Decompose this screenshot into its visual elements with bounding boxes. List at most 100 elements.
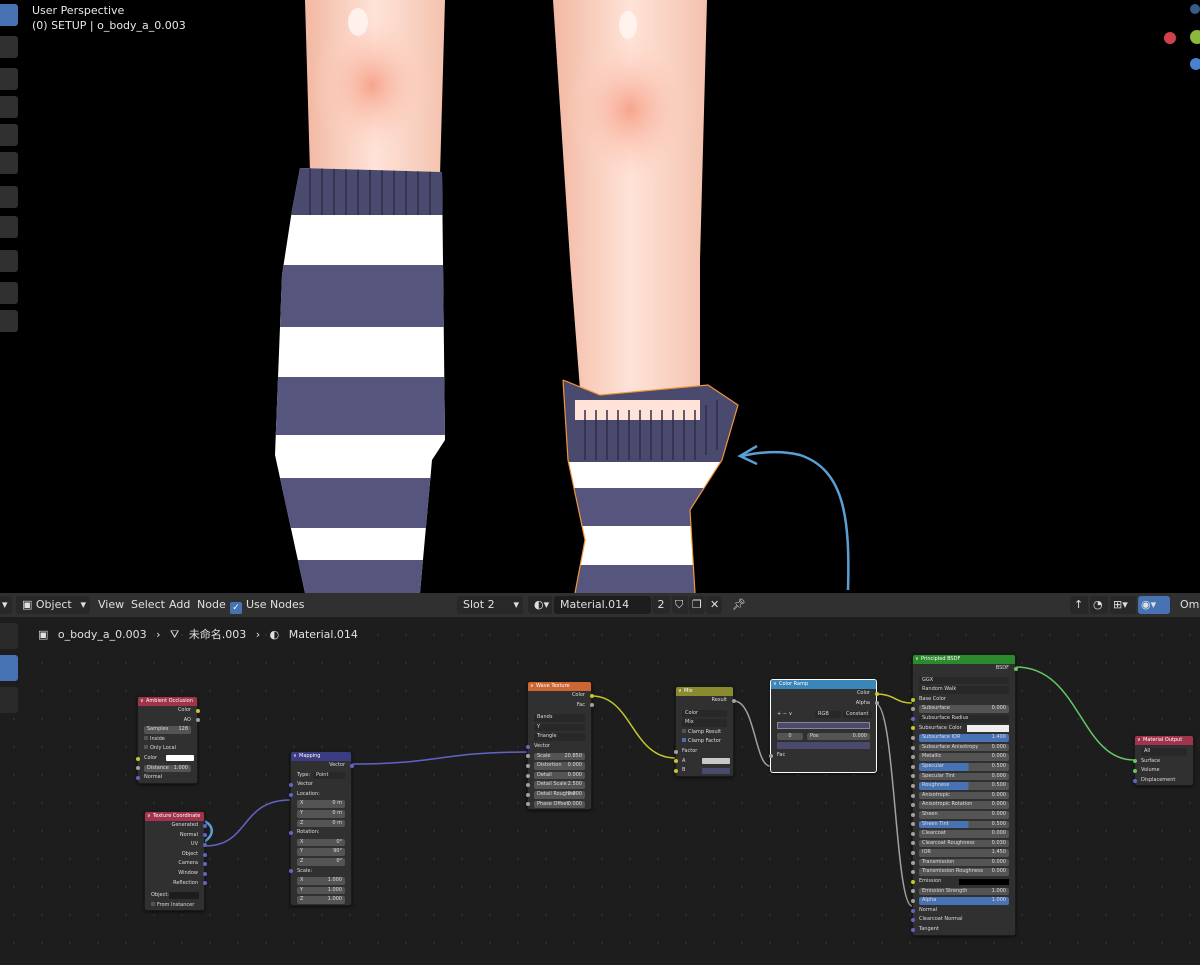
bsdf-input-field[interactable]: Anisotropic Rotation 0.000 xyxy=(919,801,1009,809)
select-tool-icon[interactable] xyxy=(0,4,18,26)
ramp-gradient-bar[interactable] xyxy=(777,721,870,729)
output-socket[interactable] xyxy=(202,852,207,857)
output-socket[interactable] xyxy=(589,693,594,698)
bsdf-input-field[interactable]: Clearcoat 0.000 xyxy=(919,830,1009,838)
ramp-pos-field[interactable]: Pos 0.000 xyxy=(807,732,870,740)
output-socket[interactable] xyxy=(874,691,879,696)
bsdf-input-field[interactable]: Subsurface Radius xyxy=(919,714,1009,723)
inset-tool-icon[interactable] xyxy=(0,310,18,332)
type-dropdown[interactable]: Point xyxy=(313,771,345,780)
wave-field[interactable]: Scale 20.850 xyxy=(534,752,585,761)
input-socket[interactable] xyxy=(135,756,140,761)
distance-field[interactable]: Distance 1.000 xyxy=(144,764,191,773)
bsdf-input-field[interactable]: Anisotropic 0.000 xyxy=(919,791,1009,800)
scale-x-field[interactable]: X 1.000 xyxy=(297,877,345,885)
node-material-output[interactable]: Material Output All Surface Volume Displ… xyxy=(1132,735,1194,787)
distribution-dropdown[interactable]: GGX xyxy=(919,676,1009,685)
output-socket[interactable] xyxy=(202,842,207,847)
bsdf-input-field[interactable]: Transmission 0.000 xyxy=(919,858,1009,867)
input-socket[interactable] xyxy=(910,812,915,817)
gizmo-x-axis-icon[interactable] xyxy=(1164,32,1176,44)
node-color-ramp[interactable]: Color Ramp Color Alpha + − ∨ RGB Constan… xyxy=(768,679,879,773)
bsdf-input-field[interactable]: Subsurface 0.000 xyxy=(919,705,1009,713)
output-socket[interactable] xyxy=(1013,666,1018,671)
output-socket[interactable] xyxy=(202,833,207,838)
3d-viewport[interactable]: User Perspective (0) SETUP | o_body_a_0.… xyxy=(0,0,1200,593)
input-socket[interactable] xyxy=(288,792,293,797)
emission-strength-field[interactable]: Emission Strength 1.000 xyxy=(919,887,1009,896)
mix-data-type-dropdown[interactable]: Color xyxy=(682,709,727,718)
bsdf-input-field[interactable]: Specular Tint 0.000 xyxy=(919,772,1009,781)
bsdf-input-field[interactable]: Roughness 0.500 xyxy=(919,782,1009,790)
input-socket[interactable] xyxy=(1132,759,1137,764)
color-swatch[interactable] xyxy=(702,758,730,765)
input-socket[interactable] xyxy=(910,899,915,904)
clamp-factor-checkbox[interactable] xyxy=(682,738,686,743)
wave-field[interactable]: Distortion 0.000 xyxy=(534,762,585,770)
input-socket[interactable] xyxy=(910,774,915,779)
input-socket[interactable] xyxy=(910,831,915,836)
wave-field[interactable]: Phase Offset 0.000 xyxy=(534,800,585,809)
input-socket[interactable] xyxy=(1132,768,1137,773)
ramp-interpolation-dropdown[interactable]: Constant xyxy=(843,711,872,719)
node-wave-texture[interactable]: Wave Texture Color Fac Bands Y Triangle … xyxy=(525,681,594,811)
input-socket[interactable] xyxy=(910,803,915,808)
output-socket[interactable] xyxy=(349,763,354,768)
output-socket[interactable] xyxy=(195,708,200,713)
wave-direction-dropdown[interactable]: Y xyxy=(534,723,585,732)
add-cube-tool-icon[interactable] xyxy=(0,250,18,272)
input-socket[interactable] xyxy=(910,793,915,798)
input-socket[interactable] xyxy=(910,707,915,712)
output-socket[interactable] xyxy=(202,881,207,886)
output-socket[interactable] xyxy=(874,701,879,706)
input-socket[interactable] xyxy=(673,768,678,773)
shader-editor[interactable]: ▾ ▣ Object ▾ View Select Add Node ✓ Use No… xyxy=(0,593,1200,965)
bsdf-input-field[interactable]: Sheen Tint 0.500 xyxy=(919,820,1009,829)
input-socket[interactable] xyxy=(910,851,915,856)
annotate-tool-icon[interactable] xyxy=(0,186,18,208)
rotation-y-field[interactable]: Y 90° xyxy=(297,848,345,856)
input-socket[interactable] xyxy=(525,763,530,768)
scale-y-field[interactable]: Y 1.000 xyxy=(297,886,345,895)
gizmo-z-axis-icon[interactable] xyxy=(1190,58,1200,70)
input-socket[interactable] xyxy=(910,889,915,894)
input-socket[interactable] xyxy=(910,783,915,788)
node-mix[interactable]: Mix Result Color Mix Clamp Result Clamp … xyxy=(673,686,736,777)
input-socket[interactable] xyxy=(768,753,773,758)
input-socket[interactable] xyxy=(525,754,530,759)
input-socket[interactable] xyxy=(910,879,915,884)
color-swatch[interactable] xyxy=(967,724,1009,732)
ramp-menu-icon[interactable]: ∨ xyxy=(789,711,793,717)
ramp-stop-color[interactable] xyxy=(777,742,870,750)
output-socket[interactable] xyxy=(202,871,207,876)
node-texture-coordinate[interactable]: Texture Coordinate Generated Normal UV O… xyxy=(144,811,207,912)
bsdf-input-field[interactable]: Transmission Roughness 0.000 xyxy=(919,868,1009,877)
ramp-color-mode-dropdown[interactable]: RGB xyxy=(815,711,841,719)
input-socket[interactable] xyxy=(910,764,915,769)
input-socket[interactable] xyxy=(910,735,915,740)
input-socket[interactable] xyxy=(288,869,293,874)
samples-field[interactable]: Samples 128 xyxy=(144,726,191,734)
bsdf-input-field[interactable]: Subsurface IOR 1.400 xyxy=(919,734,1009,742)
ramp-stop-index[interactable]: 0 xyxy=(777,732,803,740)
rotate-tool-icon[interactable] xyxy=(0,96,18,118)
input-socket[interactable] xyxy=(910,860,915,865)
input-socket[interactable] xyxy=(1132,778,1137,783)
node-principled-bsdf[interactable]: Principled BSDF BSDF GGX Random Walk Bas… xyxy=(910,654,1018,936)
output-target-dropdown[interactable]: All xyxy=(1141,748,1187,756)
scale-tool-icon[interactable] xyxy=(0,124,18,146)
rotation-x-field[interactable]: X 0° xyxy=(297,838,345,847)
color-swatch[interactable] xyxy=(166,755,194,762)
output-socket[interactable] xyxy=(195,718,200,723)
bsdf-input-field[interactable]: IOR 1.450 xyxy=(919,849,1009,857)
extrude-tool-icon[interactable] xyxy=(0,282,18,304)
output-socket[interactable] xyxy=(731,698,736,703)
input-socket[interactable] xyxy=(673,759,678,764)
clamp-result-checkbox[interactable] xyxy=(682,728,686,733)
bsdf-input-field[interactable]: Metallic 0.000 xyxy=(919,753,1009,761)
bsdf-input-field[interactable]: Specular 0.500 xyxy=(919,762,1009,771)
input-socket[interactable] xyxy=(525,792,530,797)
wave-field[interactable]: Detail 0.000 xyxy=(534,771,585,780)
wave-field[interactable]: Detail Roughne 0.000 xyxy=(534,790,585,799)
move-tool-icon[interactable] xyxy=(0,68,18,90)
